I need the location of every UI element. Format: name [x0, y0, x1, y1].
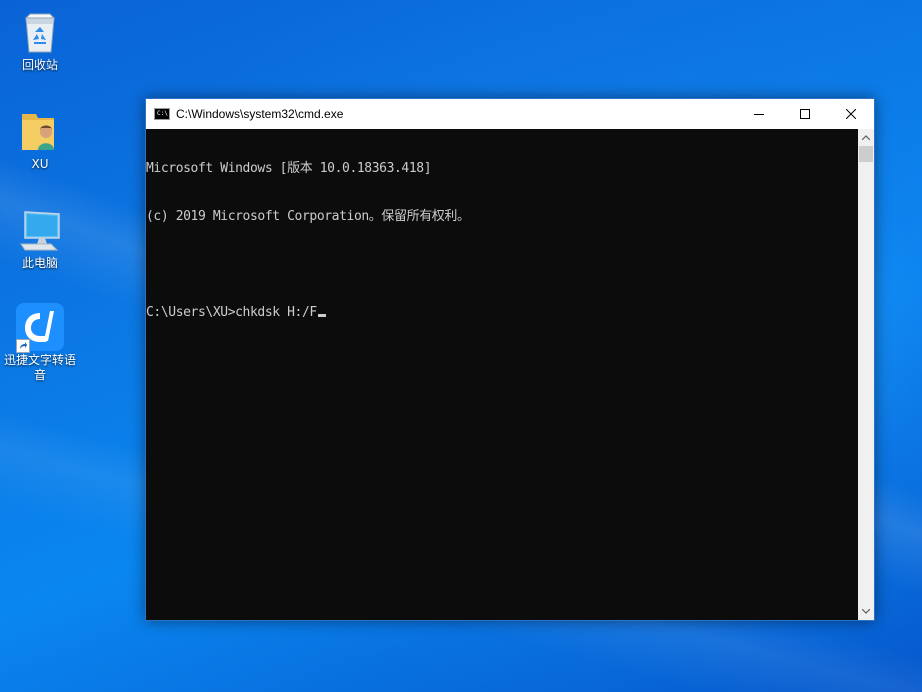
console-line: (c) 2019 Microsoft Corporation。保留所有权利。 [146, 209, 470, 224]
scroll-down-button[interactable] [858, 603, 874, 620]
cmd-icon-text: C:\ [157, 110, 168, 117]
desktop-icon-this-pc[interactable]: 此电脑 [1, 206, 79, 271]
minimize-button[interactable] [736, 99, 782, 129]
cmd-window[interactable]: C:\ C:\Windows\system32\cmd.exe Microsof… [145, 98, 875, 621]
maximize-button[interactable] [782, 99, 828, 129]
svg-text:T: T [36, 321, 44, 336]
desktop-icon-label: 迅捷文字转语音 [3, 353, 76, 382]
desktop-icon-label: 此电脑 [21, 256, 58, 270]
window-title: C:\Windows\system32\cmd.exe [176, 107, 344, 121]
scroll-thumb[interactable] [859, 146, 873, 162]
desktop-icon-app[interactable]: T 迅捷文字转语音 [1, 303, 79, 383]
title-bar[interactable]: C:\ C:\Windows\system32\cmd.exe [146, 99, 874, 129]
minimize-icon [754, 114, 764, 115]
console-prompt-line[interactable]: C:\Users\XU>chkdsk H:/F [146, 305, 858, 321]
console-output[interactable]: Microsoft Windows [版本 10.0.18363.418] (c… [146, 129, 858, 620]
chevron-down-icon [862, 609, 870, 614]
vertical-scrollbar[interactable] [858, 129, 874, 620]
desktop-icon-label: 回收站 [21, 58, 58, 72]
scroll-up-button[interactable] [858, 129, 874, 146]
chevron-up-icon [862, 135, 870, 140]
user-folder-icon [16, 107, 64, 155]
desktop-icon-user-folder[interactable]: XU [1, 107, 79, 172]
desktop-icon-label: XU [31, 157, 49, 171]
maximize-icon [800, 109, 810, 119]
computer-icon [16, 206, 64, 254]
window-controls [736, 99, 874, 129]
recycle-bin-icon [16, 8, 64, 56]
close-icon [846, 109, 856, 119]
console-line: Microsoft Windows [版本 10.0.18363.418] [146, 161, 432, 176]
close-button[interactable] [828, 99, 874, 129]
console-command: C:\Users\XU>chkdsk H:/F [146, 305, 317, 320]
text-cursor [317, 314, 326, 317]
desktop-icon-recycle-bin[interactable]: 回收站 [1, 8, 79, 73]
app-logo-icon: T [16, 303, 64, 353]
shortcut-arrow-icon [16, 339, 30, 353]
cmd-icon: C:\ [154, 108, 170, 120]
